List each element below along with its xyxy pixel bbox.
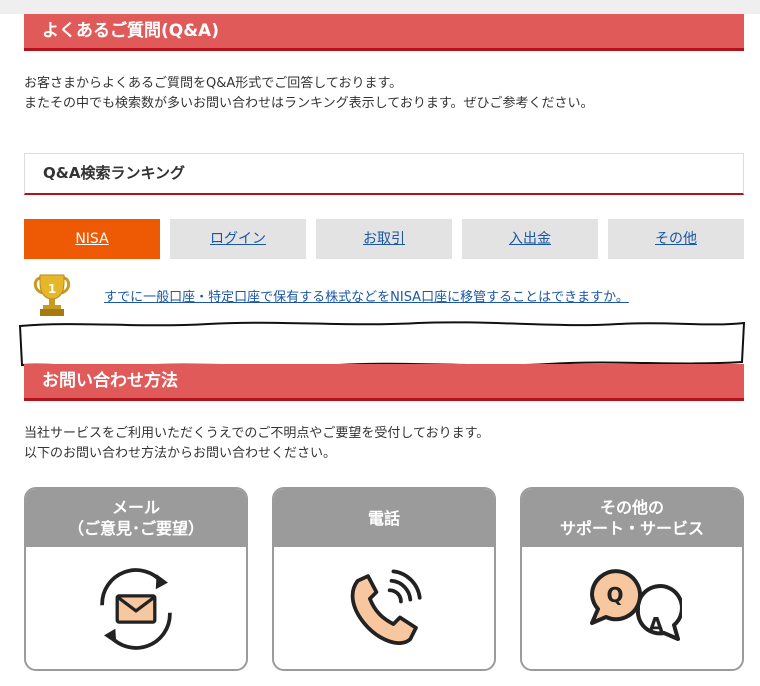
qa-intro-text: お客さまからよくあるご質問をQ&A形式でご回答しております。 またその中でも検索… [24,74,594,114]
q-letter: Q [606,583,623,607]
other-support-card[interactable]: その他の サポート・サービス Q A [520,487,744,671]
phone-contact-card[interactable]: 電話 [272,487,496,671]
card-title-line-1: 電話 [367,508,400,528]
qa-bubbles-icon: Q A [590,569,682,641]
qa-intro-line-2: またその中でも検索数が多いお問い合わせはランキング表示しております。ぜひご参考く… [24,96,594,111]
rank-number: 1 [48,282,56,296]
top-question-link[interactable]: すでに一般口座・特定口座で保有する株式などをNISA口座に移管することはできます… [104,286,629,305]
trophy-icon: 1 [33,274,71,316]
contact-intro-line-1: 当社サービスをご利用いただくうえでのご不明点やご要望を受付しております。 [24,426,490,441]
tab-nisa[interactable]: NISA [24,219,160,259]
contact-intro-line-2: 以下のお問い合わせ方法からお問い合わせください。 [24,446,337,461]
card-title-line-1: その他の [599,498,664,517]
card-title: メール （ご意見･ご要望） [26,489,246,547]
phone-icon [350,569,422,645]
torn-paper-divider [18,321,746,368]
a-letter: A [648,613,664,637]
card-title: その他の サポート・サービス [522,489,742,547]
qa-intro-line-1: お客さまからよくあるご質問をQ&A形式でご回答しております。 [24,76,403,91]
contact-intro-text: 当社サービスをご利用いただくうえでのご不明点やご要望を受付しております。 以下の… [24,424,489,464]
ranking-item: 1 すでに一般口座・特定口座で保有する株式などをNISA口座に移管することはでき… [32,272,744,318]
mail-contact-card[interactable]: メール （ご意見･ご要望） [24,487,248,671]
card-title-line-2: （ご意見･ご要望） [67,519,204,538]
card-title: 電話 [274,489,494,547]
card-title-line-2: サポート・サービス [559,519,704,538]
card-title-line-1: メール [111,498,160,517]
tab-deposit-withdrawal[interactable]: 入出金 [462,219,598,259]
tab-login[interactable]: ログイン [170,219,306,259]
tab-other[interactable]: その他 [608,219,744,259]
tab-trading[interactable]: お取引 [316,219,452,259]
contact-section-header: お問い合わせ方法 [24,364,744,401]
ranking-tabs: NISA ログイン お取引 入出金 その他 [24,219,744,259]
qa-section-header: よくあるご質問(Q&A) [24,14,744,51]
mail-icon [100,568,172,650]
ranking-title: Q&A検索ランキング [24,153,744,195]
top-strip [0,0,760,14]
